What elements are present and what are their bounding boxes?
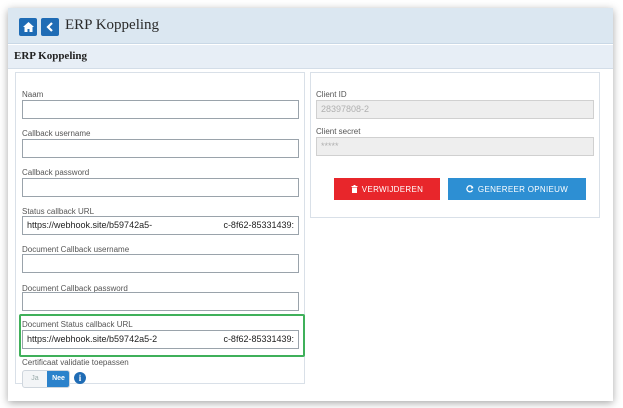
delete-button[interactable]: VERWIJDEREN: [334, 178, 440, 200]
certificaat-toggle[interactable]: Ja Nee: [22, 370, 70, 388]
doc-status-callback-url-label: Document Status callback URL: [22, 320, 133, 329]
page-title: ERP Koppeling: [65, 17, 160, 33]
certificaat-label: Certificaat validatie toepassen: [22, 358, 129, 367]
client-id-input[interactable]: 28397808-2: [316, 100, 594, 119]
back-button[interactable]: [41, 18, 59, 36]
home-button[interactable]: [19, 18, 37, 36]
status-callback-url-value-end: c-8f62-85331439:: [223, 220, 294, 230]
doc-status-callback-url-input[interactable]: https://webhook.site/b59742a5-2 c-8f62-8…: [22, 330, 299, 349]
trash-icon: [351, 185, 358, 193]
client-id-label: Client ID: [316, 90, 347, 99]
delete-button-label: VERWIJDEREN: [361, 184, 424, 194]
toggle-option-nee[interactable]: Nee: [47, 371, 69, 387]
top-bar: ERP Koppeling: [8, 8, 613, 44]
toggle-option-ja[interactable]: Ja: [23, 371, 47, 387]
info-icon[interactable]: i: [74, 372, 86, 384]
naam-input[interactable]: [22, 100, 299, 119]
callback-username-input[interactable]: [22, 139, 299, 158]
refresh-icon: [466, 185, 474, 193]
doc-callback-password-input[interactable]: [22, 292, 299, 311]
client-secret-label: Client secret: [316, 127, 361, 136]
chevron-left-icon: [46, 22, 53, 32]
doc-status-callback-url-value: https://webhook.site/b59742a5-2: [27, 334, 158, 344]
doc-callback-username-input[interactable]: [22, 254, 299, 273]
app-window: ERP Koppeling ERP Koppeling Naam Callbac…: [8, 8, 613, 401]
section-title: ERP Koppeling: [14, 50, 88, 62]
regenerate-button[interactable]: GENEREER OPNIEUW: [448, 178, 586, 200]
callback-password-input[interactable]: [22, 178, 299, 197]
section-header: ERP Koppeling: [8, 45, 613, 69]
status-callback-url-value: https://webhook.site/b59742a5-: [27, 220, 153, 230]
status-callback-url-input[interactable]: https://webhook.site/b59742a5- c-8f62-85…: [22, 216, 299, 235]
doc-callback-username-label: Document Callback username: [22, 245, 130, 254]
callback-password-label: Callback password: [22, 168, 90, 177]
regenerate-button-label: GENEREER OPNIEUW: [477, 184, 569, 194]
doc-status-callback-url-value-end: c-8f62-85331439:: [223, 334, 294, 344]
home-icon: [22, 22, 34, 32]
naam-label: Naam: [22, 90, 44, 99]
client-secret-input[interactable]: *****: [316, 137, 594, 156]
callback-username-label: Callback username: [22, 129, 91, 138]
status-callback-url-label: Status callback URL: [22, 207, 95, 216]
